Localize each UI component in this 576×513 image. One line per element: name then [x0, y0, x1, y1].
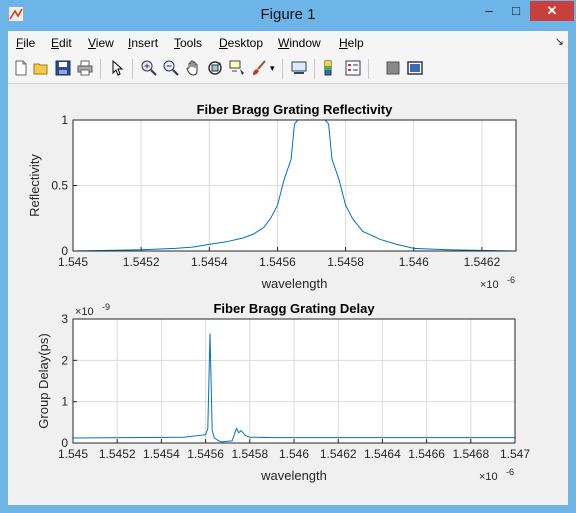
chart2-y-exponent: ×10: [75, 306, 94, 318]
chart2-x-tick-label: 1.5468: [452, 447, 489, 461]
menu-file[interactable]: File: [16, 36, 35, 50]
print-icon[interactable]: [76, 59, 94, 77]
new-figure-icon[interactable]: [12, 59, 30, 77]
maximize-icon: □: [512, 3, 520, 18]
minimize-icon: –: [485, 3, 493, 18]
zoom-out-icon[interactable]: [162, 59, 180, 77]
menu-insert[interactable]: Insert: [128, 36, 158, 50]
chart1-y-tick-label: 0.5: [51, 179, 68, 193]
chart1-x-tick-label: 1.5456: [259, 255, 296, 269]
chart1-y-axis-label: Reflectivity: [27, 154, 42, 217]
chart2-x-tick-label: 1.5462: [320, 447, 357, 461]
close-button[interactable]: ✕: [530, 1, 574, 21]
menu-tools[interactable]: Tools: [174, 36, 202, 50]
chart1-x-axis-label: wavelength: [261, 276, 328, 291]
colorbar-icon[interactable]: [322, 59, 340, 77]
chart1-x-tick-label: 1.5454: [191, 255, 228, 269]
toolbar-separator: [368, 59, 369, 79]
close-icon: ✕: [546, 3, 558, 18]
toolbar-separator: [282, 59, 283, 79]
chart2-x-tick-label: 1.546: [279, 447, 309, 461]
chart1-x-tick-label: 1.546: [399, 255, 429, 269]
chart2-x-tick-label: 1.5452: [99, 447, 136, 461]
brush-icon[interactable]: [250, 59, 268, 77]
chart1-title: Fiber Bragg Grating Reflectivity: [197, 102, 394, 117]
chart2-x-tick-label: 1.5454: [143, 447, 180, 461]
brush-dropdown-icon[interactable]: ▾: [270, 59, 278, 77]
chart2-x-tick-label: 1.5458: [231, 447, 268, 461]
toolbar-separator: [100, 59, 101, 79]
zoom-in-icon[interactable]: [140, 59, 158, 77]
pan-icon[interactable]: [184, 59, 202, 77]
menu-view[interactable]: View: [88, 36, 114, 50]
chart2-x-exponent-power: -6: [506, 467, 514, 477]
chart1-x-exponent-power: -6: [507, 275, 515, 285]
figure-canvas: 1.545 1.5452 1.5454 1.5456 1.5458 1.546 1.5462…: [8, 84, 568, 505]
figure-window: Figure 1 – □ ✕ File Edit View Insert Too…: [0, 0, 576, 513]
chart1-x-tick-label: 1.5462: [464, 255, 501, 269]
chart2-x-exponent: ×10: [479, 471, 498, 483]
legend-icon[interactable]: [344, 59, 362, 77]
title-bar: Figure 1 – □ ✕: [0, 0, 576, 31]
chart2-y-tick-label: 3: [61, 312, 68, 326]
chart2-y-tick-label: 2: [61, 353, 68, 367]
data-cursor-icon[interactable]: [228, 59, 246, 77]
chart2-x-tick-label: 1.547: [500, 447, 530, 461]
chart2-x-axis-label: wavelength: [260, 468, 327, 483]
chart1-x-tick-label: 1.5452: [123, 255, 160, 269]
chart2-y-tick-label: 1: [61, 395, 68, 409]
chart2-x-tick-label: 1.5464: [364, 447, 401, 461]
menu-desktop[interactable]: Desktop: [219, 36, 263, 50]
menu-help[interactable]: Help: [339, 36, 364, 50]
maximize-button[interactable]: □: [503, 1, 529, 21]
chart2-y-exponent-power: -9: [102, 302, 110, 312]
toolbar-separator: [314, 59, 315, 79]
chart2-x-tick-label: 1.5456: [187, 447, 224, 461]
chart1-x-exponent: ×10: [480, 279, 499, 291]
chart2-x-tick-label: 1.5466: [408, 447, 445, 461]
chart1-y-tick-label: 0: [61, 244, 68, 258]
show-plot-tools-icon[interactable]: [406, 59, 424, 77]
menu-bar: File Edit View Insert Tools Desktop Wind…: [8, 31, 568, 55]
link-icon[interactable]: [290, 59, 308, 77]
menu-edit[interactable]: Edit: [51, 36, 72, 50]
chart2-y-axis-label: Group Delay(ps): [36, 333, 51, 428]
chart1-x-tick-label: 1.5458: [327, 255, 364, 269]
chart2-title: Fiber Bragg Grating Delay: [213, 301, 375, 316]
chart1-y-tick-label: 1: [61, 113, 68, 127]
chart2-y-tick-label: 0: [61, 436, 68, 450]
rotate-icon[interactable]: [206, 59, 224, 77]
toolbar-separator: [132, 59, 133, 79]
menu-window[interactable]: Window: [278, 36, 321, 50]
figure-client: File Edit View Insert Tools Desktop Wind…: [8, 31, 568, 505]
dock-arrow-icon[interactable]: ↘: [555, 35, 564, 48]
hide-plot-tools-icon[interactable]: [384, 59, 402, 77]
minimize-button[interactable]: –: [476, 1, 502, 21]
figure-toolbar: ▾: [8, 55, 568, 84]
plots-svg: 1.545 1.5452 1.5454 1.5456 1.5458 1.546 1.5462…: [27, 102, 530, 483]
save-icon[interactable]: [54, 59, 72, 77]
pointer-icon[interactable]: [108, 59, 126, 77]
open-file-icon[interactable]: [32, 59, 50, 77]
